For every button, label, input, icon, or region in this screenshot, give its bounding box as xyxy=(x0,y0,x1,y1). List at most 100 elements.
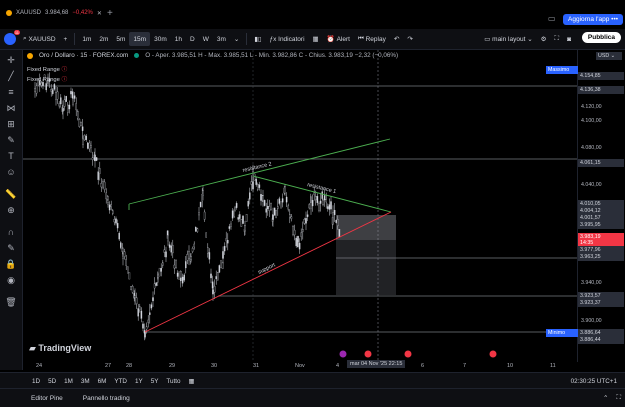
trading-panel-tab[interactable]: Pannello trading xyxy=(79,391,134,405)
candle-body xyxy=(185,261,187,269)
publish-button[interactable]: Pubblica xyxy=(581,32,621,43)
eye-icon[interactable]: ◉ xyxy=(5,274,17,286)
avatar[interactable]: 11 xyxy=(4,30,20,45)
candle-body xyxy=(333,209,336,216)
crosshair-icon[interactable]: ✛ xyxy=(5,54,17,66)
clock-label[interactable]: 02:30:25 UTC+1 xyxy=(571,378,617,385)
range-YTD[interactable]: YTD xyxy=(110,374,131,388)
candle-body xyxy=(245,214,248,222)
candle-body xyxy=(303,219,306,224)
text-icon[interactable]: T xyxy=(5,150,17,162)
interval-1m[interactable]: 1m xyxy=(78,32,95,46)
add-symbol-icon[interactable]: + xyxy=(60,32,72,46)
candle-body xyxy=(338,229,341,238)
warning-icon: ⓘ xyxy=(61,67,68,73)
price-chart[interactable]: resistance 2resistance 1support xyxy=(23,50,577,362)
candle-body xyxy=(198,212,200,216)
range-3M[interactable]: 3M xyxy=(77,374,94,388)
time-axis[interactable]: 24 27 28 29 30 31 Nov 4 6 7 10 11 xyxy=(23,362,577,372)
range-1D[interactable]: 1D xyxy=(28,374,44,388)
interval-30m[interactable]: 30m xyxy=(150,32,171,46)
lock-icon[interactable]: 🔒 xyxy=(5,258,17,270)
magnet-icon[interactable]: ∩ xyxy=(5,226,17,238)
candle-body xyxy=(237,217,239,220)
new-tab-icon[interactable]: + xyxy=(107,8,113,19)
zoom-icon[interactable]: ⊕ xyxy=(5,204,17,216)
currency-select[interactable]: USD ⌄ xyxy=(596,52,622,60)
projection-icon[interactable]: ⊞ xyxy=(5,118,17,130)
range-6M[interactable]: 6M xyxy=(94,374,111,388)
emoji-icon[interactable]: ☺ xyxy=(5,166,17,178)
candle-body xyxy=(81,126,84,131)
undo-icon[interactable]: ↶ xyxy=(390,32,403,46)
monitor-icon[interactable]: ▭ xyxy=(548,14,556,23)
calendar-icon[interactable]: ▦ xyxy=(185,374,199,388)
interval-5m[interactable]: 5m xyxy=(112,32,129,46)
fullscreen-icon[interactable]: ⛶ xyxy=(551,32,564,46)
pine-editor-tab[interactable]: Editor Pine xyxy=(27,391,67,405)
event-marker-icon xyxy=(489,350,497,358)
maximize-icon[interactable]: ⛶ xyxy=(612,391,625,405)
fixed-range-indicator-2[interactable]: Fixed Range ⓘ xyxy=(27,74,67,83)
chart-pane[interactable]: resistance 2 resistance 1 support xyxy=(23,50,577,362)
legend-title[interactable]: Oro / Dollaro · 15 · FOREX.com xyxy=(39,52,128,59)
candle-body xyxy=(45,83,47,91)
massimo-tag: Massimo xyxy=(546,66,578,74)
interval-3m[interactable]: 3m xyxy=(213,32,230,46)
candle-body xyxy=(112,210,114,214)
replay-button[interactable]: ⏮ Replay xyxy=(354,32,390,46)
interval-D[interactable]: D xyxy=(186,32,199,46)
candle-body xyxy=(145,326,148,330)
range-5Y[interactable]: 5Y xyxy=(147,374,163,388)
chevron-down-icon[interactable]: ⌄ xyxy=(230,32,243,46)
redo-icon[interactable]: ↷ xyxy=(403,32,416,46)
close-icon[interactable]: ✕ xyxy=(97,10,102,17)
browser-tab-bar: XAUUSD 3.984,68 −0,42% ✕ + ▭ Aggiorna l'… xyxy=(0,0,625,26)
ruler-icon[interactable]: 📏 xyxy=(5,188,17,200)
range-5D[interactable]: 5D xyxy=(44,374,60,388)
range-1Y[interactable]: 1Y xyxy=(131,374,147,388)
lock-drawing-icon[interactable]: ✎ xyxy=(5,242,17,254)
symbol-tab[interactable]: XAUUSD 3.984,68 −0,42% ✕ xyxy=(6,4,102,22)
layout-button[interactable]: ▭ main layout ⌄ xyxy=(480,32,536,46)
candle-body xyxy=(88,142,91,150)
candle-body xyxy=(249,192,251,200)
trash-icon[interactable]: 🗑 xyxy=(5,296,17,308)
indicators-button[interactable]: ƒx Indicatori xyxy=(265,32,308,46)
candle-body xyxy=(258,184,261,188)
expand-icon[interactable]: ⌃ xyxy=(599,391,612,405)
brush-icon[interactable]: ✎ xyxy=(5,134,17,146)
top-toolbar: 11 ⌕ XAUUSD + 1m 2m 5m 15m 30m 1h D W 3m ⌄ ▮▯ ƒx… xyxy=(0,29,625,50)
live-dot-icon xyxy=(134,53,140,58)
candle-body xyxy=(50,89,52,92)
time-tick-label: 27 xyxy=(105,363,112,369)
range-Tutto[interactable]: Tutto xyxy=(162,374,184,388)
candle-body xyxy=(122,253,124,259)
price-axis[interactable]: USD ⌄ 4.120,00 4.100,00 4.080,00 4.040,00 4.… xyxy=(546,50,625,362)
fib-icon[interactable]: ≡ xyxy=(5,86,17,98)
trendline-icon[interactable]: ╱ xyxy=(5,70,17,82)
camera-icon[interactable]: ◙ xyxy=(563,32,575,46)
candle-body xyxy=(123,251,126,257)
candle-body xyxy=(217,272,219,281)
pattern-icon[interactable]: ⋈ xyxy=(5,102,17,114)
fixed-range-indicator-1[interactable]: Fixed Range ⓘ xyxy=(27,64,67,73)
interval-15m[interactable]: 15m xyxy=(129,32,151,46)
alert-button[interactable]: ⏰ Alert xyxy=(323,32,354,46)
interval-W[interactable]: W xyxy=(199,32,213,46)
templates-icon[interactable]: ▦ xyxy=(309,32,323,46)
symbol-search-button[interactable]: ⌕ XAUUSD xyxy=(19,32,60,46)
price-box: 4.136,38 xyxy=(578,86,624,94)
candle-body xyxy=(155,282,157,286)
interval-2m[interactable]: 2m xyxy=(95,32,112,46)
range-1M[interactable]: 1M xyxy=(60,374,77,388)
interval-1h[interactable]: 1h xyxy=(171,32,186,46)
candle-body xyxy=(175,260,177,268)
settings-icon[interactable]: ⚙ xyxy=(537,32,551,46)
candle-body xyxy=(78,119,81,127)
price-box: 4.061,15 xyxy=(578,159,624,167)
tradingview-logo[interactable]: ▰ TradingView xyxy=(29,343,91,354)
notification-badge: 11 xyxy=(13,30,20,35)
candle-type-icon[interactable]: ▮▯ xyxy=(250,32,265,46)
upgrade-app-button[interactable]: Aggiorna l'app ••• xyxy=(563,14,623,25)
